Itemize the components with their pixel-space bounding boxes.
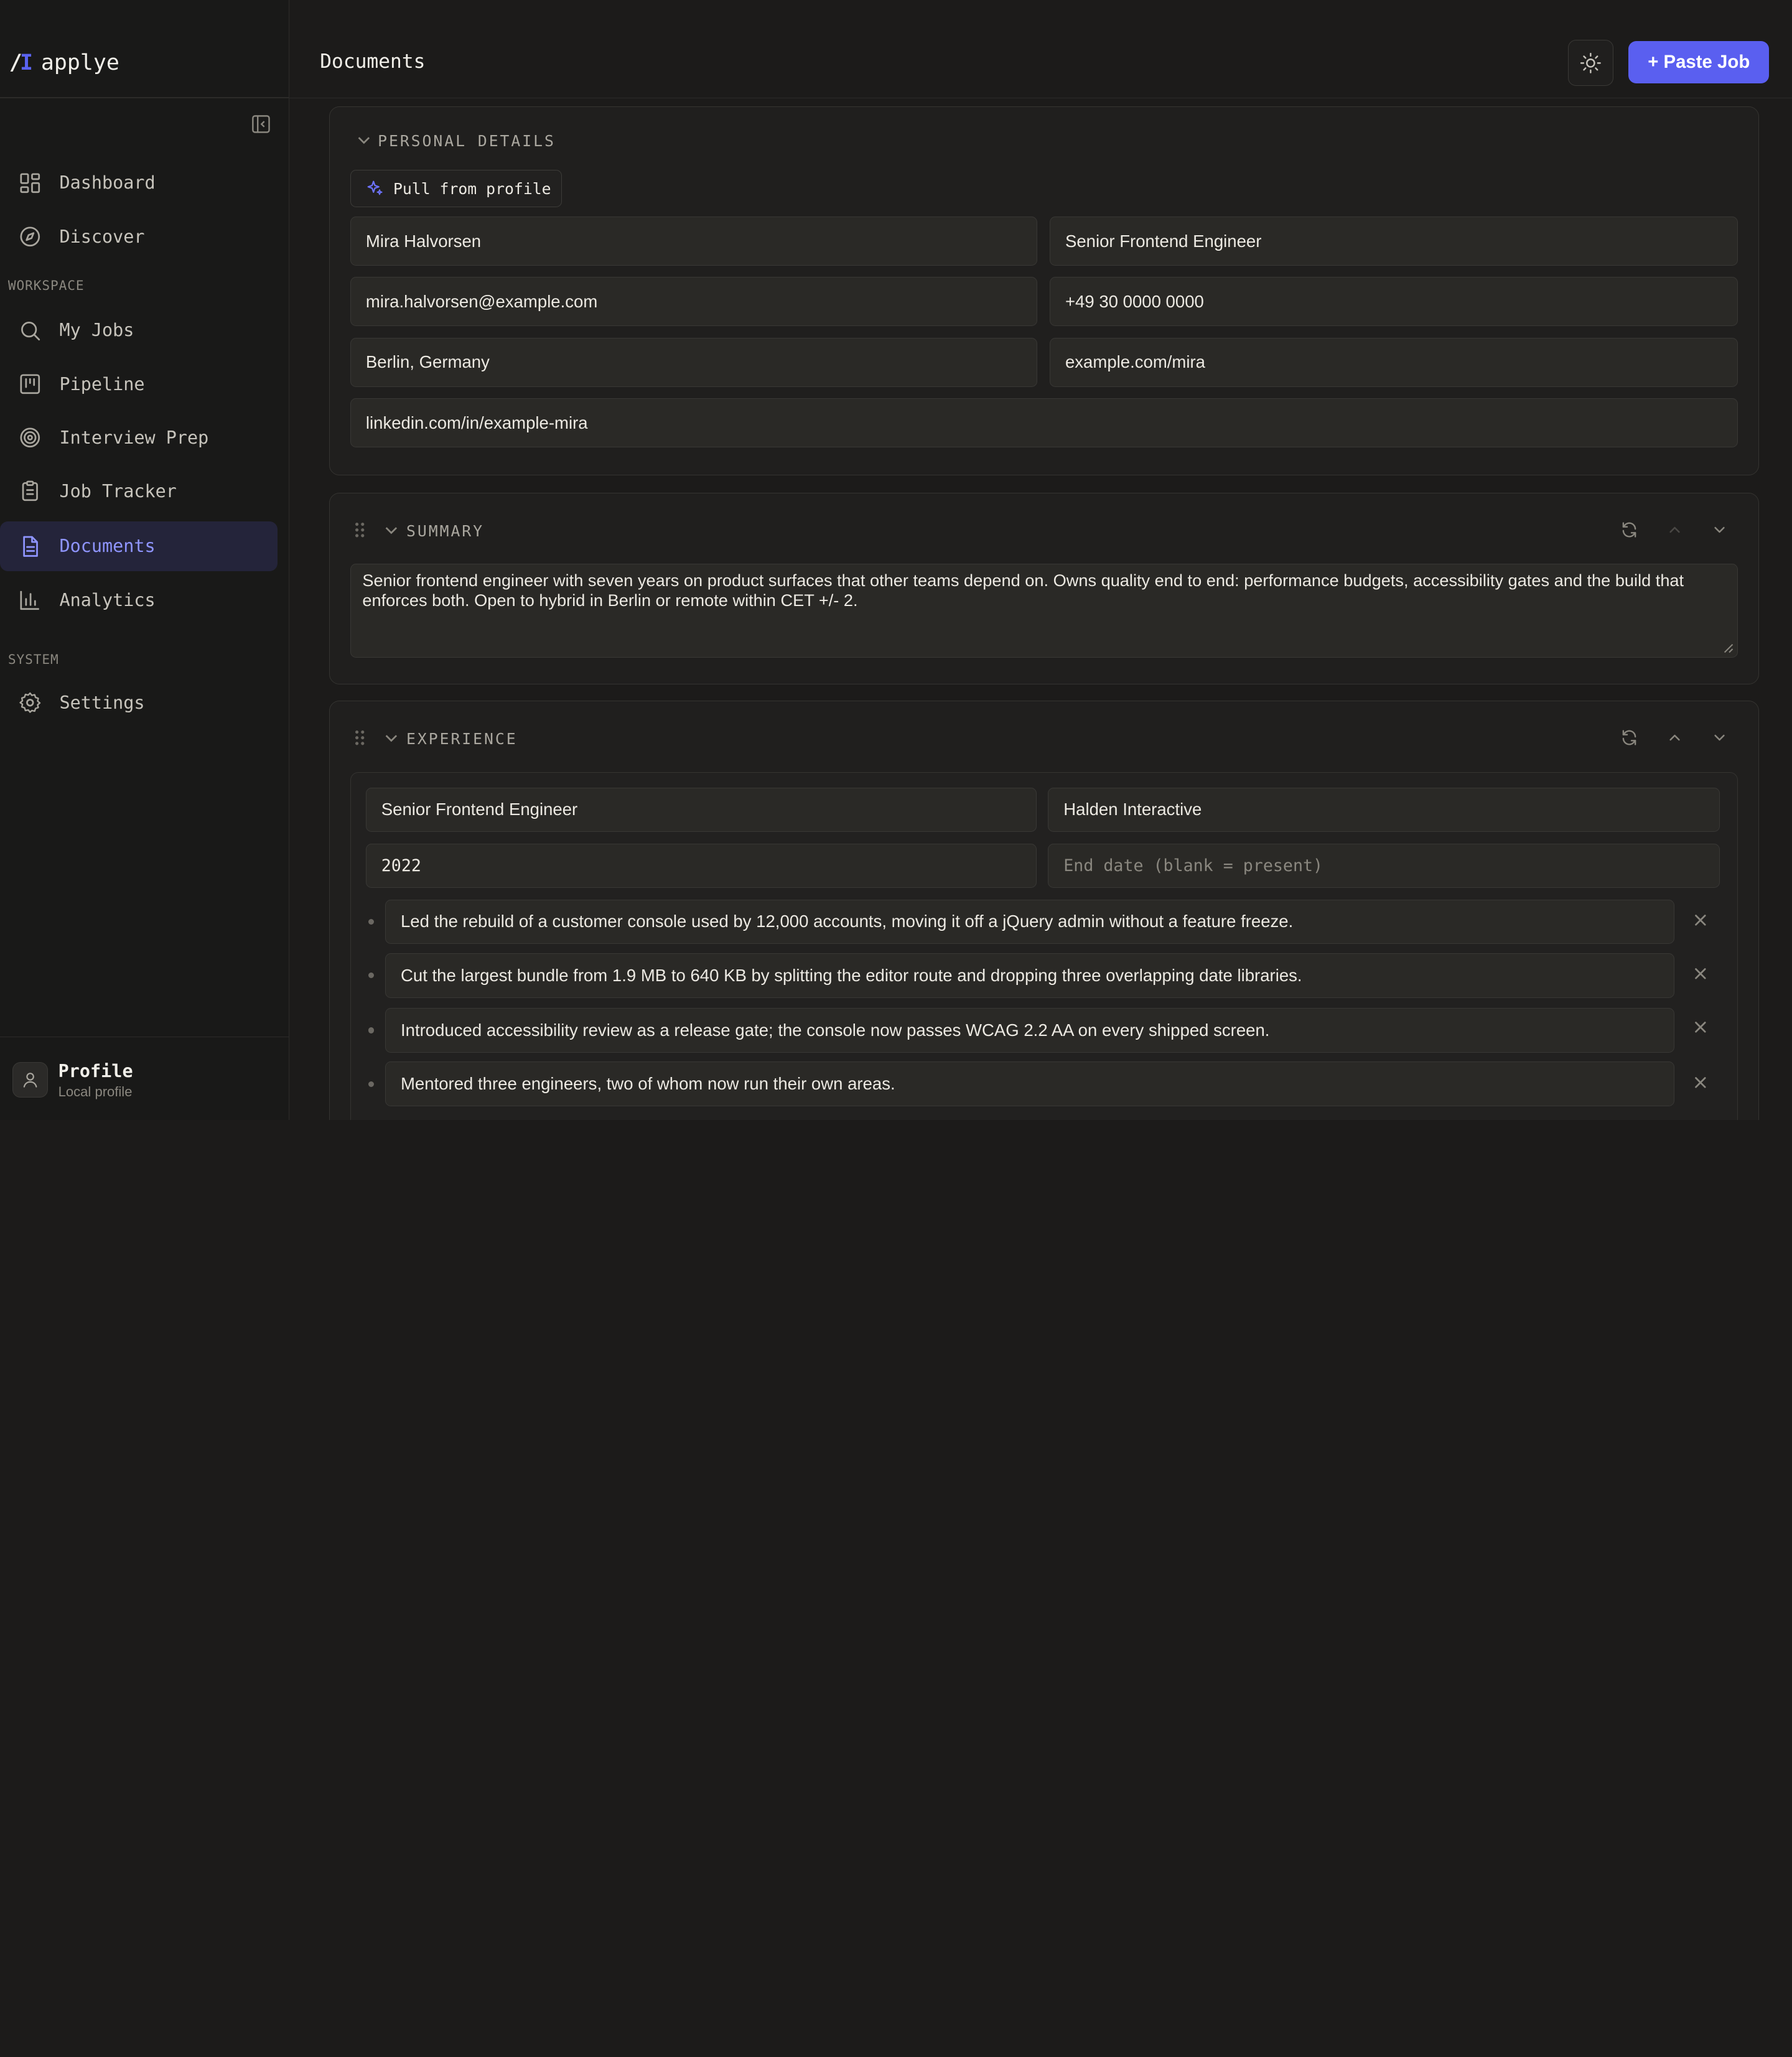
paste-job-button[interactable]: + Paste Job [1628,41,1770,84]
sidebar-item-analytics[interactable]: Analytics [0,575,278,625]
section-title-summary: SUMMARY [406,521,485,540]
search-icon [21,321,40,340]
sidebar-item-label: Pipeline [59,373,145,394]
target-icon [20,427,40,448]
summary-card: SUMMARY Senior frontend engineer with se… [329,492,1759,685]
remove-bullet-icon[interactable] [1692,1019,1709,1035]
compass-icon [20,226,40,247]
document-icon [23,536,39,557]
bullet-field[interactable]: Cut the largest bundle from 1.9 MB to 64… [385,953,1674,998]
workspace-section-label: WORKSPACE [7,278,85,294]
move-down-icon[interactable] [1709,727,1730,748]
page-title: Documents [320,50,426,73]
sidebar-item-pipeline[interactable]: Pipeline [0,359,278,409]
sidebar-item-job-tracker[interactable]: Job Tracker [0,466,278,516]
sidebar-item-dashboard[interactable]: Dashboard [0,157,278,208]
resize-handle-icon[interactable] [1722,642,1734,653]
bullet-dot [368,1027,374,1033]
top-header: Documents + Paste Job [289,0,1792,98]
sidebar-item-label: My Jobs [59,320,134,341]
sidebar-item-label: Job Tracker [59,481,177,502]
user-icon [23,1073,37,1088]
remove-bullet-icon[interactable] [1692,966,1709,982]
sidebar-item-label: Interview Prep [59,427,209,448]
move-up-icon[interactable] [1664,520,1685,540]
refresh-icon[interactable] [1619,520,1640,540]
sidebar-item-label: Analytics [59,589,156,610]
phone-field[interactable]: +49 30 0000 0000 [1050,277,1738,327]
end-date-field[interactable]: End date (blank = present) [1048,843,1720,889]
section-title-experience: EXPERIENCE [406,729,518,748]
remove-bullet-icon[interactable] [1692,1075,1709,1091]
chevron-down-icon[interactable] [356,132,372,148]
brand-logo[interactable]: /I applye [9,48,119,78]
location-field[interactable]: Berlin, Germany [350,337,1037,387]
bullet-field[interactable]: Mentored three engineers, two of whom no… [385,1061,1674,1107]
drag-handle-icon[interactable] [354,521,365,539]
headline-field[interactable]: Senior Frontend Engineer [1050,217,1738,266]
company-field[interactable]: Halden Interactive [1048,787,1720,833]
sidebar-item-settings[interactable]: Settings [0,678,278,728]
bullet-dot [368,973,374,979]
kanban-icon [20,374,40,394]
chevron-down-icon[interactable] [383,730,399,746]
collapse-sidebar-icon[interactable] [250,113,272,135]
summary-textarea[interactable]: Senior frontend engineer with seven year… [350,564,1738,658]
personal-details-card: PERSONAL DETAILS Pull from profile Mira … [329,106,1759,476]
gear-icon [19,693,41,714]
sidebar: /I applye Dashboard Discover WORKSPACE M… [0,0,289,1120]
sidebar-item-interview-prep[interactable]: Interview Prep [0,413,278,463]
system-section-label: SYSTEM [7,651,59,667]
brand-mark: /I [9,50,34,76]
clipboard-icon [22,481,39,501]
theme-toggle-button[interactable] [1567,40,1614,86]
bullet-field[interactable]: Introduced accessibility review as a rel… [385,1008,1674,1053]
sidebar-item-discover[interactable]: Discover [0,212,278,262]
profile-name: Profile [58,1061,133,1082]
bullet-dot [368,1081,374,1087]
sidebar-item-label: Discover [59,226,145,247]
bullet-field[interactable]: Led the rebuild of a customer console us… [385,899,1674,945]
chevron-down-icon[interactable] [383,522,399,538]
sidebar-divider [0,97,289,98]
profile-button[interactable]: Profile Local profile [0,1036,289,1120]
email-field[interactable]: mira.halvorsen@example.com [350,277,1037,327]
drag-handle-icon[interactable] [354,729,365,747]
section-title-personal-details: PERSONAL DETAILS [378,132,556,151]
move-down-icon[interactable] [1709,520,1730,540]
brand-name: applye [40,50,119,76]
summary-text: Senior frontend engineer with seven year… [362,570,1684,610]
name-field[interactable]: Mira Halvorsen [350,217,1037,266]
sidebar-item-label: Dashboard [59,172,156,194]
move-up-icon[interactable] [1664,727,1685,748]
sidebar-item-documents[interactable]: Documents [0,521,278,572]
sparkles-icon [367,181,383,195]
remove-bullet-icon[interactable] [1692,912,1709,928]
avatar [12,1062,49,1098]
website-field[interactable]: example.com/mira [1050,337,1738,387]
dashboard-icon [20,173,40,193]
pull-from-profile-button[interactable]: Pull from profile [350,169,562,208]
bullet-dot [368,918,374,925]
sun-icon [1580,52,1602,73]
profile-subtitle: Local profile [58,1084,133,1100]
sidebar-item-label: Documents [59,536,156,557]
app-window: /I applye Dashboard Discover WORKSPACE M… [0,0,1792,1120]
sidebar-item-label: Settings [59,693,145,714]
experience-entry: Senior Frontend Engineer Halden Interact… [350,772,1738,1120]
sidebar-item-my-jobs[interactable]: My Jobs [0,305,278,355]
experience-card: EXPERIENCE Senior Frontend Engineer Hald… [329,700,1759,1120]
pull-from-profile-label: Pull from profile [393,179,551,198]
linkedin-field[interactable]: linkedin.com/in/example-mira [350,398,1738,448]
refresh-icon[interactable] [1619,727,1640,748]
start-date-field[interactable]: 2022 [365,843,1037,889]
role-field[interactable]: Senior Frontend Engineer [365,787,1037,833]
bar-chart-icon [20,590,40,610]
